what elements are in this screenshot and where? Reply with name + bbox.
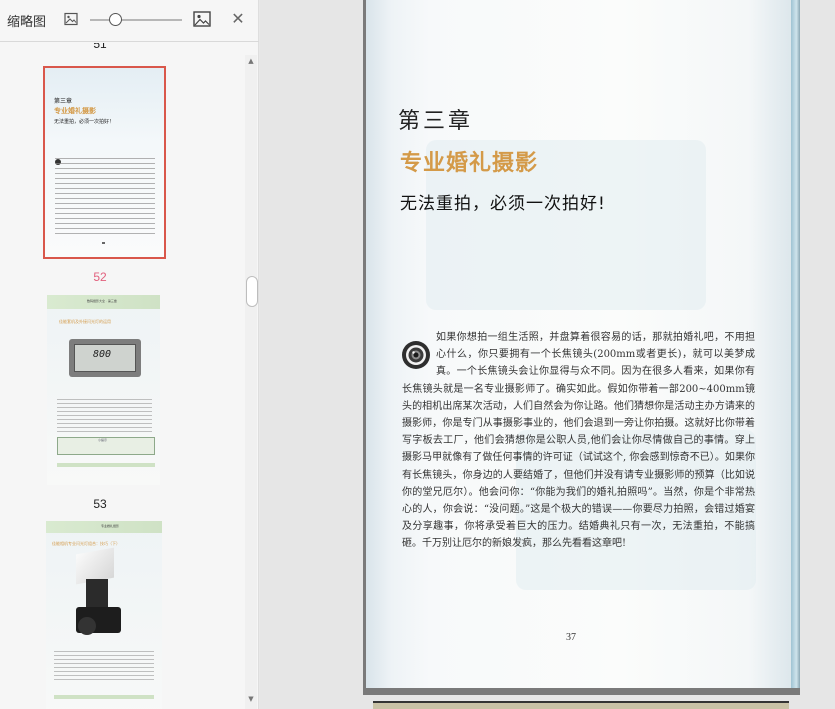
page-edge: [791, 0, 800, 688]
thumb-footer-bar: [57, 463, 155, 467]
chapter-label: 第三章: [398, 109, 474, 134]
chapter-title: 专业婚礼摄影: [400, 150, 539, 176]
zoom-slider-handle[interactable]: [109, 13, 122, 26]
zoom-slider-track[interactable]: [90, 19, 182, 21]
thumb-page-number: [102, 242, 105, 244]
thumbnail-page-number: 53: [93, 497, 107, 511]
next-page-edge: [373, 701, 789, 709]
document-view[interactable]: 第三章 专业婚礼摄影 无法重拍，必须一次拍好! 如果你想拍一组生活照，并盘算着很…: [260, 0, 835, 709]
thumb-tip-label: 小提示: [98, 438, 108, 442]
thumbnail-page-number: 51: [93, 43, 107, 51]
thumbnail-page-number: 52: [93, 270, 107, 284]
scroll-up-arrow-icon[interactable]: ▲: [245, 57, 257, 65]
image-small-icon[interactable]: [64, 12, 78, 26]
scroll-down-arrow-icon[interactable]: ▼: [245, 695, 257, 703]
thumb-text-block: [55, 158, 155, 236]
thumb-lcd-value: 800: [93, 349, 112, 360]
thumb-header-text: 数码摄影大全 · 第三章: [87, 299, 117, 303]
body-paragraph: 如果你想拍一组生活照，并盘算着很容易的话，那就拍婚礼吧，不用担心什么，你只要拥有…: [402, 329, 755, 553]
thumb-section-title: 佳能套机及外接闪光灯的运用: [59, 319, 111, 324]
close-icon[interactable]: ✕: [230, 10, 246, 28]
thumb-lcd-display: 800: [69, 339, 141, 377]
thumb-chapter-title: 专业婚礼摄影: [54, 106, 96, 115]
thumbnail-page-53[interactable]: 数码摄影大全 · 第三章 佳能套机及外接闪光灯的运用 800 小提示: [47, 295, 160, 485]
thumb-text-block: [57, 399, 152, 435]
thumb-chapter-subtitle: 无法重拍，必须一次拍好！: [54, 119, 115, 125]
panel-title: 缩略图: [7, 15, 47, 30]
thumb-flash: [86, 579, 108, 609]
thumbnail-scrollbar[interactable]: ▲ ▼: [245, 55, 258, 709]
thumb-section-title: 佳能相机专业闪光灯组合：技巧（下）: [52, 541, 120, 546]
chapter-subtitle: 无法重拍，必须一次拍好!: [400, 194, 606, 214]
body-text: 如果你想拍一组生活照，并盘算着很容易的话，那就拍婚礼吧，不用担心什么，你只要拥有…: [402, 332, 755, 550]
thumbnail-page-52[interactable]: 第三章 专业婚礼摄影 无法重拍，必须一次拍好！: [43, 66, 166, 259]
thumb-header-text: 专业婚礼摄影: [101, 524, 120, 528]
scrollbar-thumb[interactable]: [246, 276, 258, 307]
thumb-tip-box: 小提示: [57, 437, 155, 455]
thumb-camera-lens: [78, 617, 96, 635]
thumbnail-panel: 缩略图 ✕ 51 第三章 专业婚礼摄影 无法重拍，必须一次拍好！ 52 数码摄影…: [0, 0, 259, 709]
thumb-text-block: [54, 651, 154, 683]
image-large-icon[interactable]: [193, 11, 211, 27]
thumbnail-toolbar: 缩略图 ✕: [0, 0, 259, 42]
thumb-footer-bar: [54, 695, 154, 699]
thumb-chapter-label: 第三章: [54, 98, 73, 105]
page-number: 37: [566, 632, 576, 643]
thumbnail-list: 51 第三章 专业婚礼摄影 无法重拍，必须一次拍好！ 52 数码摄影大全 · 第…: [0, 43, 245, 709]
thumbnail-page-54[interactable]: 专业婚礼摄影 佳能相机专业闪光灯组合：技巧（下）: [46, 521, 162, 709]
document-page: 第三章 专业婚礼摄影 无法重拍，必须一次拍好! 如果你想拍一组生活照，并盘算着很…: [366, 0, 791, 688]
